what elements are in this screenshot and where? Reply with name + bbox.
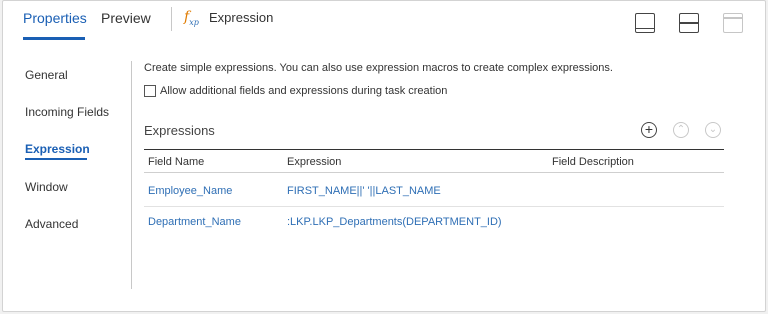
nav-active-indicator bbox=[25, 158, 87, 160]
row-expression[interactable]: FIRST_NAME||' '||LAST_NAME bbox=[287, 185, 441, 197]
allow-additional-fields-option: Allow additional fields and expressions … bbox=[144, 85, 447, 97]
table-row-divider bbox=[144, 206, 724, 207]
nav-item-general[interactable]: General bbox=[25, 68, 68, 82]
table-header-border bbox=[144, 172, 724, 173]
panel-maximize-icon[interactable] bbox=[723, 13, 743, 33]
allow-additional-fields-label: Allow additional fields and expressions … bbox=[160, 85, 448, 97]
column-header-field-description: Field Description bbox=[552, 156, 634, 168]
nav-item-advanced[interactable]: Advanced bbox=[25, 217, 78, 231]
column-header-field-name: Field Name bbox=[148, 156, 205, 168]
add-expression-button[interactable]: + bbox=[641, 122, 657, 138]
nav-divider bbox=[131, 61, 132, 289]
panel-bottom-icon[interactable] bbox=[635, 13, 655, 33]
allow-additional-fields-checkbox[interactable] bbox=[144, 85, 156, 97]
nav-item-incoming-fields[interactable]: Incoming Fields bbox=[25, 105, 109, 119]
tab-properties[interactable]: Properties bbox=[23, 10, 87, 26]
expressions-section-title: Expressions bbox=[144, 123, 215, 138]
tab-preview[interactable]: Preview bbox=[101, 10, 151, 26]
table-top-border bbox=[144, 149, 724, 150]
row-field-name[interactable]: Employee_Name bbox=[148, 185, 232, 197]
nav-item-window[interactable]: Window bbox=[25, 180, 68, 194]
active-tab-indicator bbox=[23, 37, 85, 40]
object-title: Expression bbox=[209, 10, 274, 25]
fx-icon: fxp bbox=[184, 9, 199, 27]
panel-split-icon[interactable] bbox=[679, 13, 699, 33]
move-up-button[interactable]: ⌃ bbox=[673, 122, 689, 138]
tab-bar: Properties Preview fxp Expression bbox=[3, 1, 765, 41]
nav-item-expression[interactable]: Expression bbox=[25, 142, 90, 156]
column-header-expression: Expression bbox=[287, 156, 342, 168]
properties-panel: Properties Preview fxp Expression Genera… bbox=[2, 0, 766, 312]
move-down-button[interactable]: ⌄ bbox=[705, 122, 721, 138]
row-field-name[interactable]: Department_Name bbox=[148, 216, 241, 228]
tab-divider bbox=[171, 7, 172, 31]
row-expression[interactable]: :LKP.LKP_Departments(DEPARTMENT_ID) bbox=[287, 216, 502, 228]
intro-text: Create simple expressions. You can also … bbox=[144, 62, 613, 74]
